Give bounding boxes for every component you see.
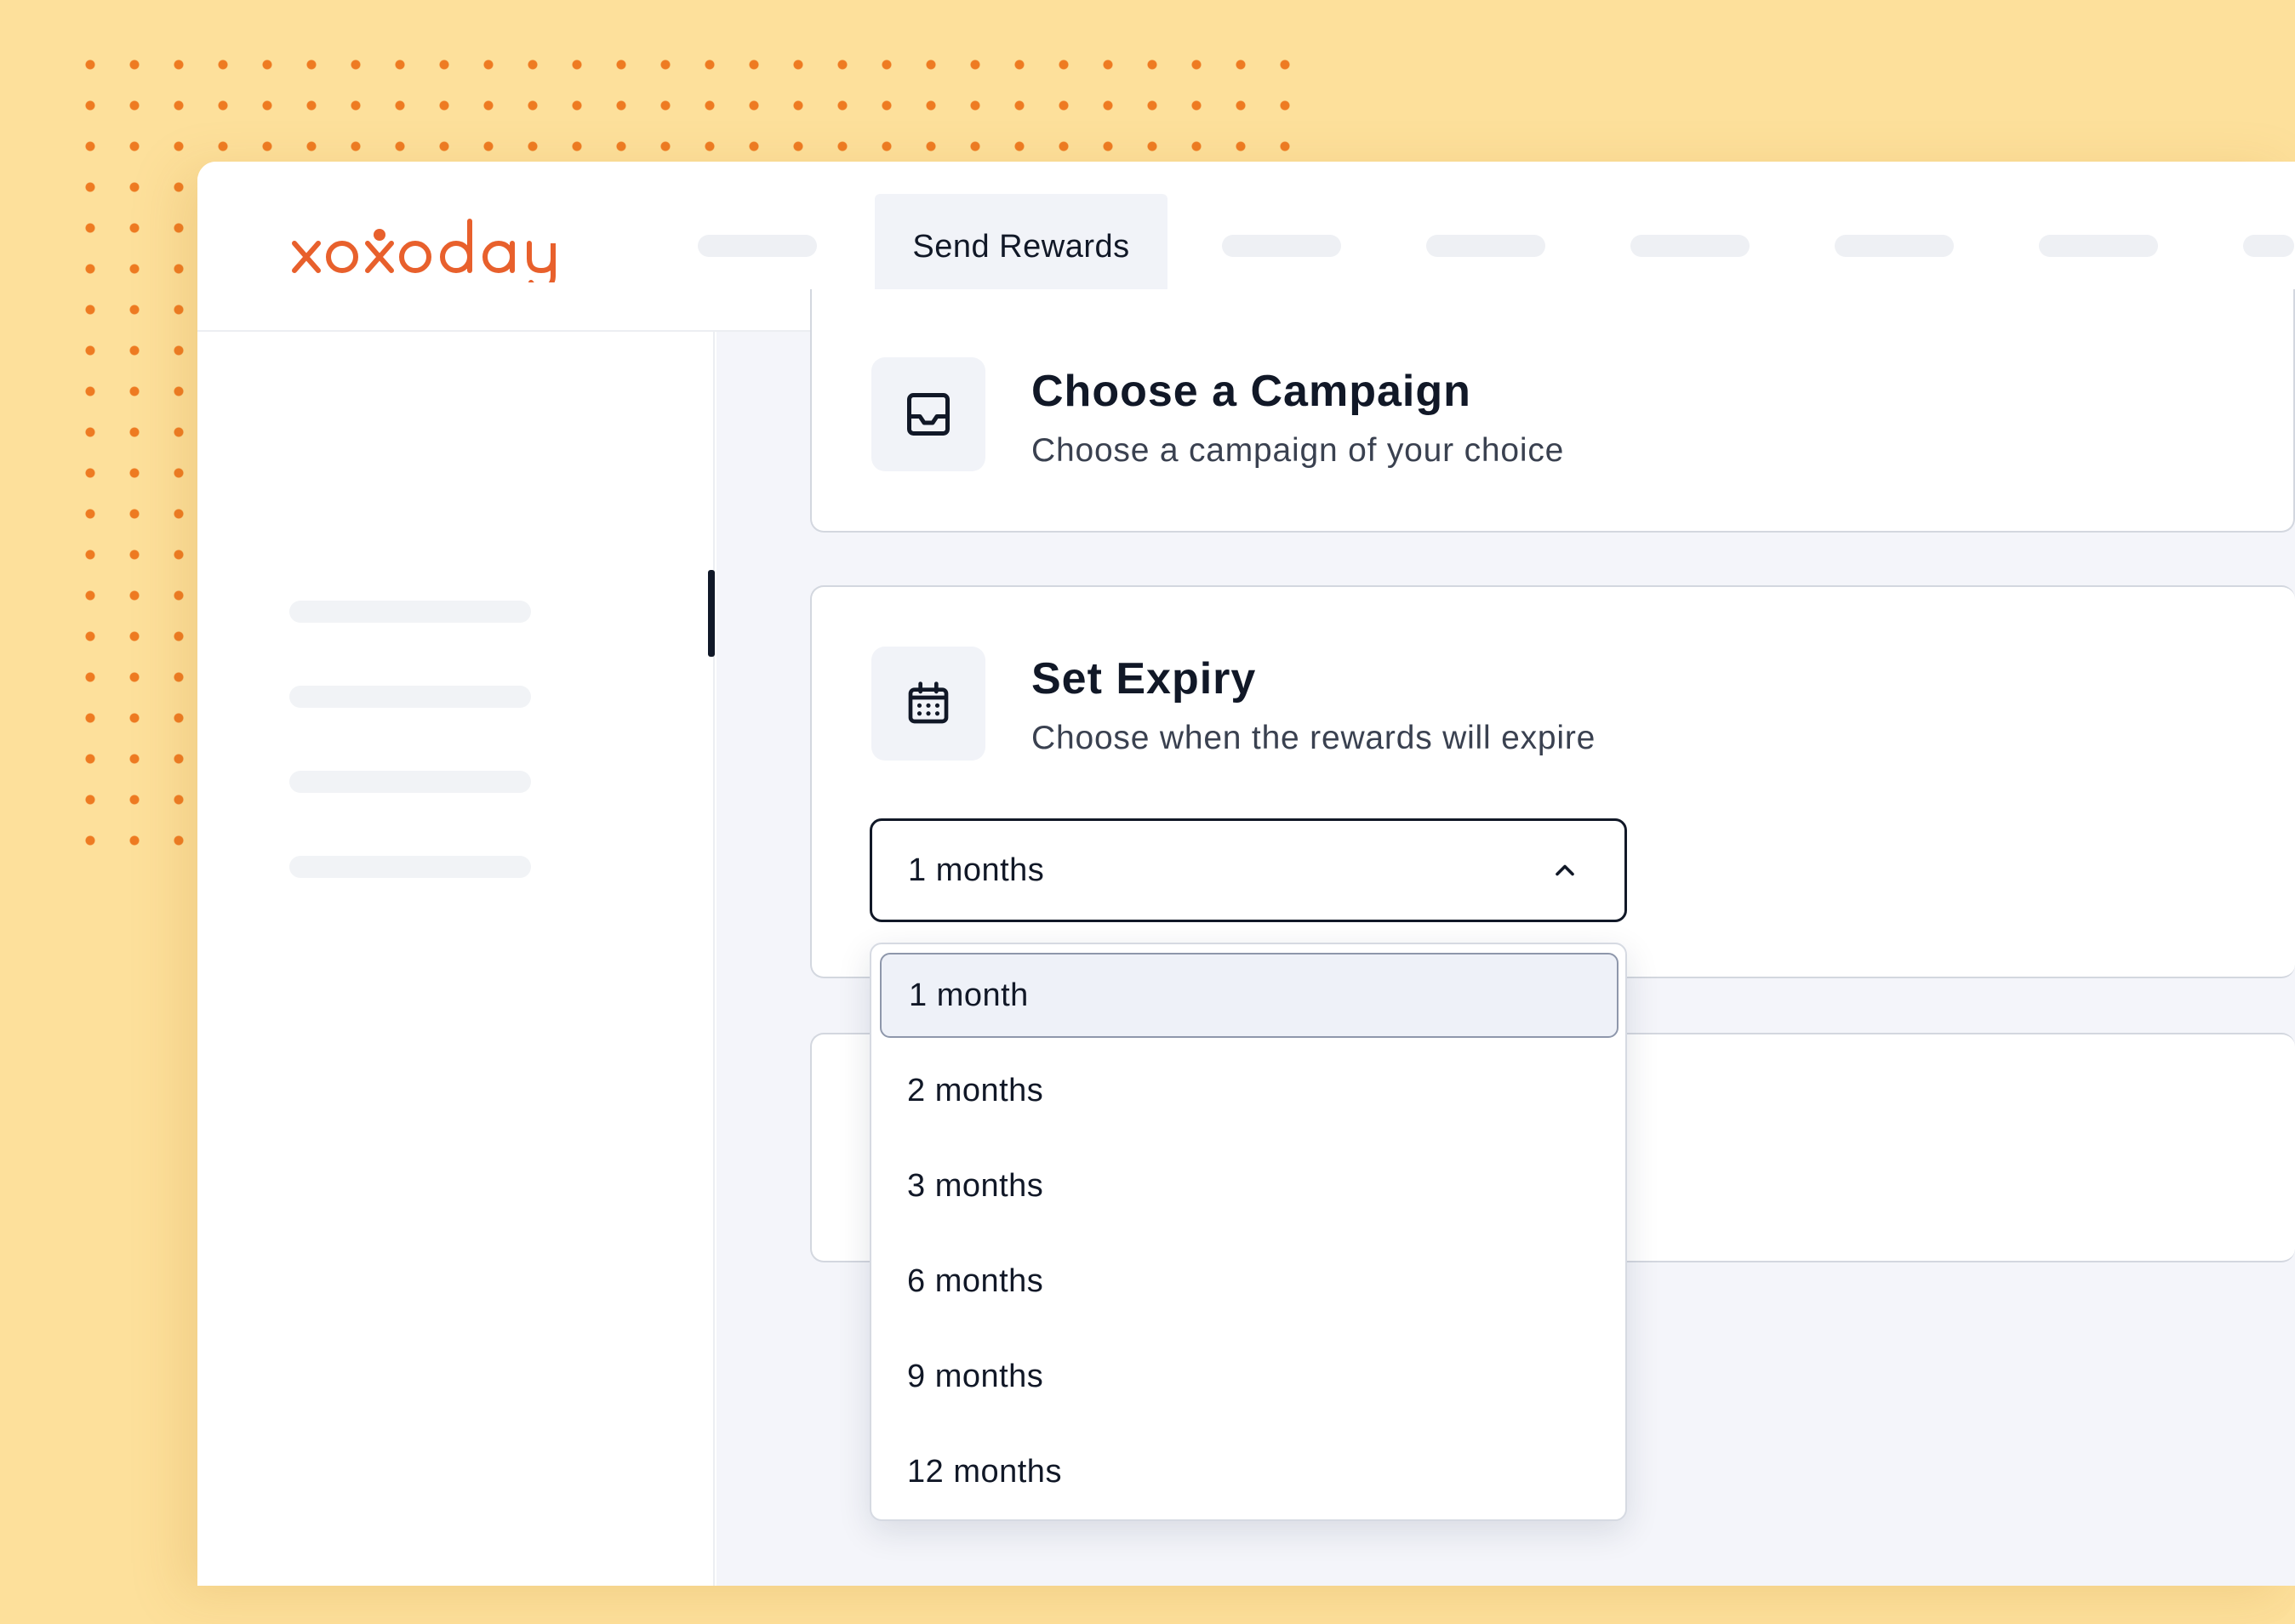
sidebar-item-placeholder-1[interactable] bbox=[289, 601, 531, 623]
chevron-up-icon bbox=[1556, 864, 1574, 876]
calendar-icon bbox=[908, 681, 949, 724]
expiry-icon-box bbox=[871, 647, 985, 761]
sidebar-item-placeholder-3[interactable] bbox=[289, 771, 531, 793]
campaign-icon-box bbox=[871, 357, 985, 471]
sidebar-item-placeholder-2[interactable] bbox=[289, 686, 531, 708]
inbox-icon bbox=[907, 393, 950, 436]
nav-placeholder-6[interactable] bbox=[2039, 235, 2158, 257]
campaign-subtitle: Choose a campaign of your choice bbox=[1031, 432, 1565, 469]
option-1-month[interactable]: 1 month bbox=[880, 953, 1618, 1038]
sidebar-item-placeholder-4[interactable] bbox=[289, 856, 531, 878]
expiry-dropdown-menu: 1 month 2 months 3 months 6 months 9 mon… bbox=[870, 943, 1627, 1521]
nav-placeholder-3[interactable] bbox=[1426, 235, 1545, 257]
nav-placeholder-1[interactable] bbox=[698, 235, 817, 257]
nav-placeholder-2[interactable] bbox=[1222, 235, 1341, 257]
option-9-months[interactable]: 9 months bbox=[880, 1334, 1618, 1419]
expiry-subtitle: Choose when the rewards will expire bbox=[1031, 720, 1596, 756]
option-3-months[interactable]: 3 months bbox=[880, 1143, 1618, 1228]
expiry-title: Set Expiry bbox=[1031, 654, 1257, 704]
option-2-months[interactable]: 2 months bbox=[880, 1048, 1618, 1133]
xoxoday-logo bbox=[292, 219, 556, 282]
expiry-select[interactable]: 1 months bbox=[870, 818, 1627, 922]
nav-placeholder-5[interactable] bbox=[1835, 235, 1954, 257]
option-6-months[interactable]: 6 months bbox=[880, 1239, 1618, 1324]
nav-tab-send-rewards[interactable]: Send Rewards bbox=[875, 194, 1167, 299]
expiry-select-value: 1 months bbox=[908, 852, 1045, 888]
nav-placeholder-7[interactable] bbox=[2243, 235, 2294, 257]
campaign-card[interactable]: Choose a Campaign Choose a campaign of y… bbox=[810, 289, 2295, 533]
sidebar bbox=[197, 332, 715, 1586]
option-12-months[interactable]: 12 months bbox=[880, 1429, 1618, 1514]
campaign-title: Choose a Campaign bbox=[1031, 367, 1471, 416]
frame-background: Send Rewards Choose a Campaign Choose a … bbox=[0, 0, 2295, 1624]
scroll-indicator[interactable] bbox=[708, 570, 715, 657]
nav-placeholder-4[interactable] bbox=[1630, 235, 1750, 257]
